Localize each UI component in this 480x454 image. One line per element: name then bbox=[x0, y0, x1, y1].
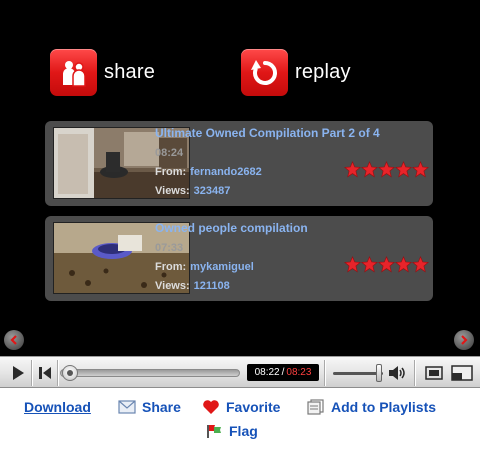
rating-stars bbox=[344, 256, 429, 273]
related-video-card[interactable]: Ultimate Owned Compilation Part 2 of 4 0… bbox=[45, 121, 433, 206]
video-player-stage: share replay Ultimate Owned Compilation … bbox=[0, 0, 480, 356]
from-user-link[interactable]: fernando2682 bbox=[190, 166, 262, 178]
star-icon bbox=[395, 161, 412, 178]
flag-link-label: Flag bbox=[229, 423, 258, 439]
video-from: From: mykamiguel bbox=[155, 261, 254, 273]
flag-icon bbox=[205, 423, 223, 439]
playlist-icon bbox=[307, 399, 325, 415]
time-display: 08:22 / 08:23 bbox=[247, 364, 319, 381]
star-icon bbox=[344, 161, 361, 178]
rating-stars bbox=[344, 161, 429, 178]
star-icon bbox=[344, 256, 361, 273]
download-link[interactable]: Download bbox=[24, 399, 91, 415]
flag-link[interactable]: Flag bbox=[205, 423, 258, 439]
play-button[interactable] bbox=[6, 361, 30, 385]
skip-back-button[interactable] bbox=[33, 361, 57, 385]
video-title[interactable]: Owned people compilation bbox=[155, 221, 308, 235]
from-user-link[interactable]: mykamiguel bbox=[190, 261, 254, 273]
replay-icon bbox=[241, 49, 288, 96]
favorite-link[interactable]: Favorite bbox=[202, 399, 280, 415]
previous-arrow-icon[interactable] bbox=[4, 330, 24, 350]
from-label: From: bbox=[155, 166, 187, 178]
video-views: Views: 323487 bbox=[155, 185, 230, 197]
control-divider bbox=[31, 360, 32, 386]
video-views: Views: 121108 bbox=[155, 280, 230, 292]
control-divider bbox=[414, 360, 415, 386]
envelope-icon bbox=[118, 399, 136, 415]
video-duration: 07:33 bbox=[155, 242, 184, 254]
time-separator: / bbox=[281, 367, 285, 378]
control-divider bbox=[57, 360, 58, 386]
star-icon bbox=[412, 161, 429, 178]
replay-action[interactable]: replay bbox=[241, 49, 351, 96]
views-count: 323487 bbox=[193, 185, 231, 197]
star-icon bbox=[412, 256, 429, 273]
views-label: Views: bbox=[155, 280, 190, 292]
popout-button[interactable] bbox=[422, 361, 446, 385]
share-action-label: share bbox=[104, 61, 156, 83]
related-video-card[interactable]: Owned people compilation 07:33 From: myka… bbox=[45, 216, 433, 301]
add-to-playlists-label: Add to Playlists bbox=[331, 399, 437, 415]
volume-slider-handle[interactable] bbox=[376, 364, 382, 382]
add-to-playlists-link[interactable]: Add to Playlists bbox=[307, 399, 436, 415]
views-label: Views: bbox=[155, 185, 190, 197]
player-control-bar: 08:22 / 08:23 bbox=[0, 356, 480, 388]
share-action[interactable]: share bbox=[50, 49, 155, 96]
video-from: From: fernando2682 bbox=[155, 166, 262, 178]
share-icon bbox=[50, 49, 97, 96]
star-icon bbox=[361, 161, 378, 178]
share-link-label: Share bbox=[142, 399, 181, 415]
star-icon bbox=[395, 256, 412, 273]
fullscreen-button[interactable] bbox=[450, 361, 474, 385]
video-title[interactable]: Ultimate Owned Compilation Part 2 of 4 bbox=[155, 126, 380, 140]
star-icon bbox=[378, 256, 395, 273]
progress-track[interactable] bbox=[60, 369, 240, 377]
from-label: From: bbox=[155, 261, 187, 273]
heart-icon bbox=[202, 399, 220, 415]
share-link[interactable]: Share bbox=[118, 399, 181, 415]
next-arrow-icon[interactable] bbox=[454, 330, 474, 350]
replay-action-label: replay bbox=[295, 61, 351, 83]
star-icon bbox=[361, 256, 378, 273]
control-divider bbox=[324, 360, 325, 386]
favorite-link-label: Favorite bbox=[226, 399, 281, 415]
video-actions-bar: Download Share Favorite Add to Playlists bbox=[0, 399, 480, 419]
views-count: 121108 bbox=[193, 280, 230, 292]
current-time: 08:22 bbox=[254, 367, 280, 378]
video-duration: 08:24 bbox=[155, 147, 184, 159]
star-icon bbox=[378, 161, 395, 178]
total-time: 08:23 bbox=[286, 367, 312, 378]
progress-scrubber[interactable] bbox=[62, 365, 78, 381]
volume-icon[interactable] bbox=[386, 361, 410, 385]
